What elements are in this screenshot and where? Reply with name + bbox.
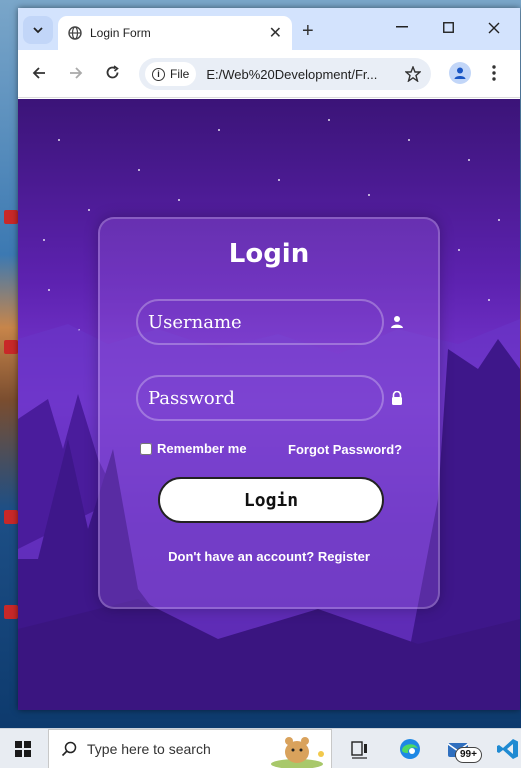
search-placeholder: Type here to search (87, 741, 211, 757)
register-link[interactable]: Register (318, 549, 370, 564)
mail-badge: 99+ (455, 747, 482, 763)
desktop-app-icon[interactable] (4, 510, 18, 524)
remember-me-label: Remember me (157, 441, 247, 456)
username-input[interactable] (136, 299, 384, 345)
minimize-icon[interactable] (396, 26, 408, 28)
site-info-chip[interactable]: i File (145, 62, 197, 86)
search-icon (61, 741, 77, 757)
back-arrow-icon[interactable] (32, 66, 46, 80)
taskbar-search-box[interactable]: Type here to search (48, 729, 332, 768)
vscode-icon[interactable] (496, 737, 520, 761)
password-input[interactable] (136, 375, 384, 421)
reload-icon[interactable] (105, 65, 120, 80)
user-icon (391, 316, 403, 328)
tab-login-form[interactable]: Login Form ✕ (58, 16, 292, 50)
maximize-icon[interactable] (443, 22, 454, 33)
menu-dots-icon[interactable] (492, 65, 496, 81)
forward-arrow-icon[interactable] (69, 66, 83, 80)
tab-strip: Login Form ✕ + (18, 8, 520, 50)
bookmark-star-icon[interactable] (405, 66, 421, 82)
chevron-down-icon (33, 27, 43, 34)
remember-me-checkbox[interactable] (140, 442, 152, 455)
login-button[interactable]: Login (158, 477, 384, 523)
forgot-password-link[interactable]: Forgot Password? (288, 442, 402, 457)
chip-label: File (170, 67, 190, 81)
login-card: Login Remember me Forgot Password? Login… (98, 217, 440, 609)
address-bar[interactable]: i File E:/Web%20Development/Fr... (139, 58, 431, 90)
globe-icon (68, 26, 82, 40)
windows-start-icon[interactable] (15, 741, 31, 757)
tab-search-button[interactable] (23, 16, 53, 44)
task-view-icon[interactable] (348, 737, 372, 761)
browser-toolbar: i File E:/Web%20Development/Fr... (18, 50, 520, 98)
new-tab-button[interactable]: + (302, 20, 314, 43)
desktop-app-icon[interactable] (4, 340, 18, 354)
browser-window: Login Form ✕ + i File E:/Web%20Developme… (18, 8, 520, 710)
login-title: Login (228, 239, 310, 269)
tab-close-icon[interactable]: ✕ (269, 23, 282, 43)
tab-title: Login Form (90, 26, 151, 40)
desktop-app-icon[interactable] (4, 210, 18, 224)
profile-avatar[interactable] (449, 62, 471, 84)
login-page: Login Remember me Forgot Password? Login… (18, 99, 520, 710)
info-icon: i (152, 67, 165, 81)
person-icon (454, 67, 466, 79)
taskbar: Type here to search 99+ (0, 728, 521, 768)
lock-icon (392, 391, 402, 405)
register-prompt: Don't have an account? Register (100, 549, 438, 564)
url-text: E:/Web%20Development/Fr... (206, 66, 378, 82)
register-prompt-text: Don't have an account? (168, 549, 315, 564)
search-highlight-illustration-icon (271, 737, 324, 768)
edge-browser-icon[interactable] (398, 737, 422, 761)
desktop-app-icon[interactable] (4, 605, 18, 619)
remember-me[interactable]: Remember me (140, 441, 247, 456)
close-window-icon[interactable] (488, 22, 500, 34)
